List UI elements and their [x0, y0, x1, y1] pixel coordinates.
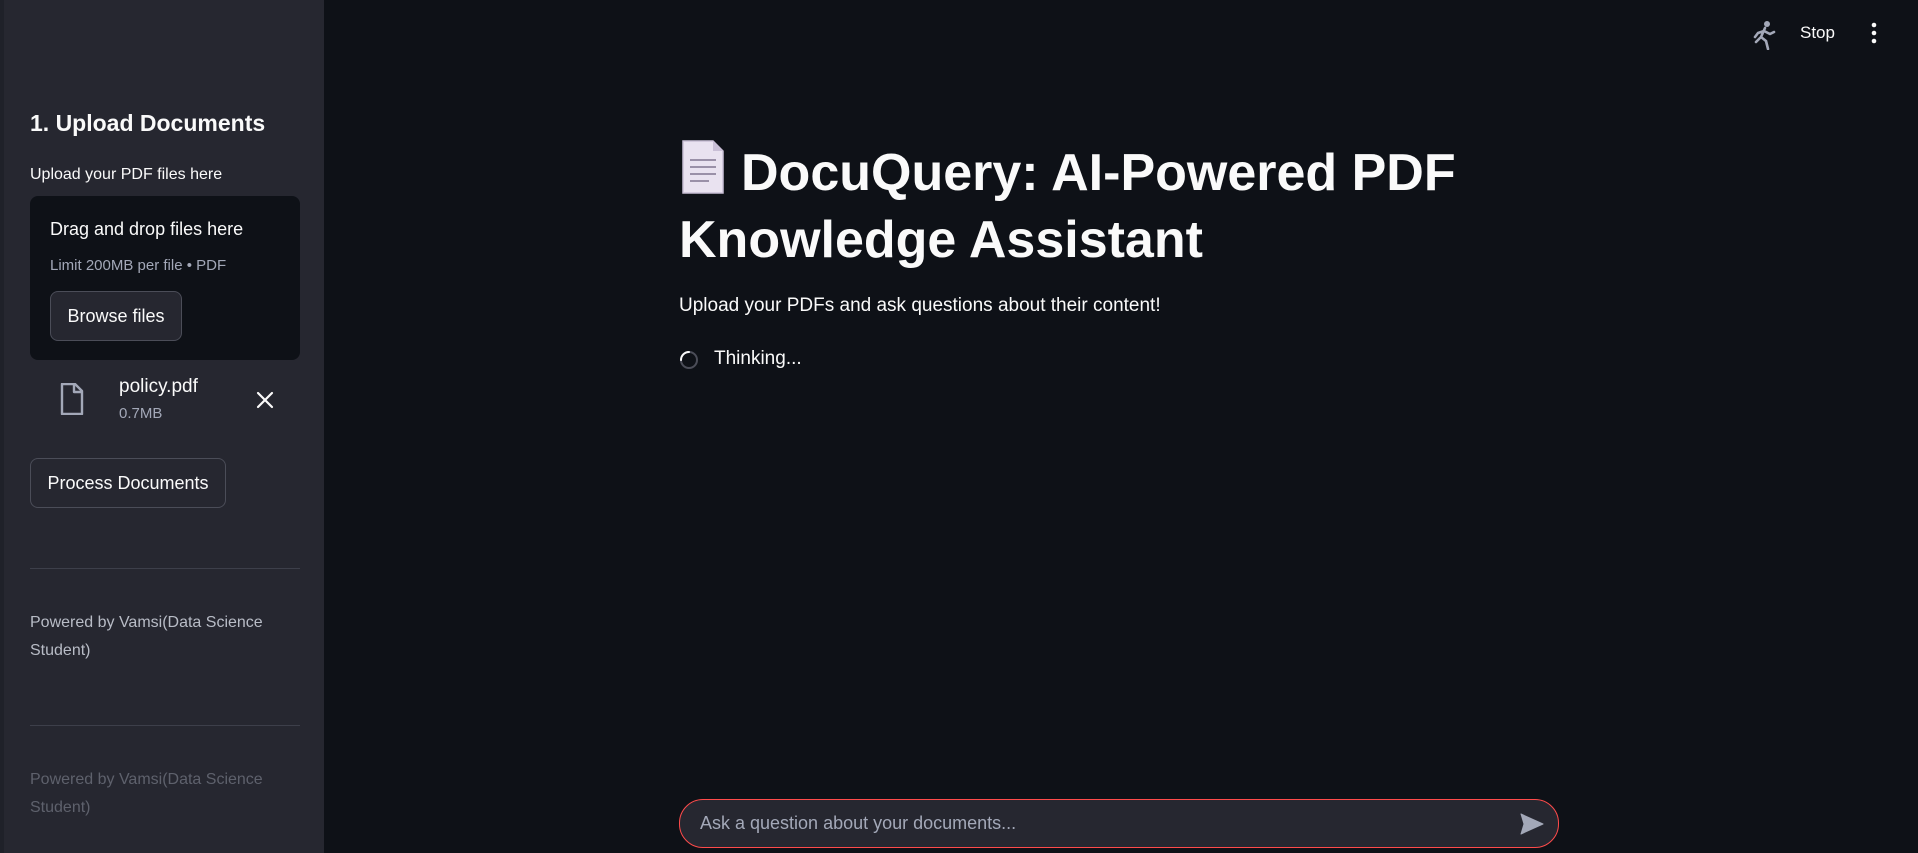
powered-by-text-faded: Powered by Vamsi(Data Science Student) [30, 771, 263, 816]
sidebar-divider [30, 725, 300, 726]
status-text: Thinking... [714, 348, 802, 369]
upload-label: Upload your PDF files here [30, 166, 223, 183]
file-size: 0.7MB [119, 405, 163, 422]
sidebar-divider [30, 568, 300, 569]
uploaded-file-item: policy.pdf 0.7MB [30, 370, 300, 430]
page-title-text: DocuQuery: AI-Powered PDF Knowledge Assi… [679, 144, 1456, 269]
chat-input[interactable] [700, 800, 1480, 847]
file-dropzone[interactable]: Drag and drop files here Limit 200MB per… [30, 196, 300, 360]
dropzone-title: Drag and drop files here [50, 219, 244, 239]
send-icon[interactable] [1520, 813, 1544, 835]
process-documents-button[interactable]: Process Documents [30, 458, 226, 508]
spinner-icon [680, 351, 698, 369]
page-title: DocuQuery: AI-Powered PDF Knowledge Assi… [679, 138, 1499, 274]
page-subtitle: Upload your PDFs and ask questions about… [679, 295, 1161, 316]
sidebar-header: 1. Upload Documents [30, 110, 266, 136]
browse-files-button[interactable]: Browse files [50, 291, 182, 341]
kebab-menu-icon[interactable] [1868, 21, 1880, 45]
file-name: policy.pdf [119, 376, 198, 397]
sidebar: 1. Upload Documents Upload your PDF file… [4, 0, 324, 853]
remove-file-icon[interactable] [255, 390, 275, 410]
file-icon [60, 383, 84, 415]
powered-by-text: Powered by Vamsi(Data Science Student) [30, 614, 263, 659]
dropzone-limit: Limit 200MB per file • PDF [50, 257, 227, 274]
chat-input-container [679, 799, 1559, 848]
page-facing-up-icon [682, 140, 724, 194]
stop-button[interactable]: Stop [1800, 23, 1835, 43]
running-man-icon [1753, 21, 1776, 50]
